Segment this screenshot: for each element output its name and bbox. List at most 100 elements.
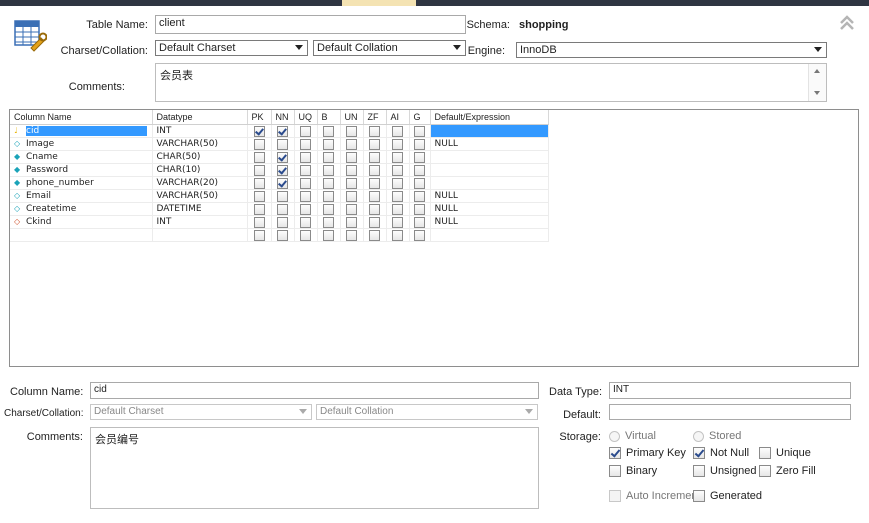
cell-datatype[interactable]: DATETIME bbox=[152, 202, 248, 216]
pk-checkbox[interactable] bbox=[253, 203, 265, 215]
ai-checkbox[interactable] bbox=[392, 203, 403, 215]
cell-column-name[interactable] bbox=[10, 228, 153, 242]
data-type-input[interactable]: INT bbox=[609, 382, 851, 399]
nn-checkbox[interactable] bbox=[277, 125, 288, 137]
table-row[interactable]: ◇ Email VARCHAR(50) NULL bbox=[10, 189, 549, 203]
un-checkbox[interactable] bbox=[346, 216, 357, 228]
generated-checkbox[interactable] bbox=[693, 490, 705, 503]
g-checkbox[interactable] bbox=[414, 164, 425, 176]
uq-checkbox[interactable] bbox=[300, 203, 311, 215]
stored-option[interactable]: Stored bbox=[693, 430, 741, 442]
b-checkbox[interactable] bbox=[323, 203, 334, 215]
column-charset-select[interactable]: Default Charset bbox=[90, 404, 312, 420]
table-row[interactable]: ◆ Cname CHAR(50) bbox=[10, 150, 549, 164]
header-nn[interactable]: NN bbox=[271, 110, 295, 125]
uq-checkbox[interactable] bbox=[300, 138, 311, 150]
virtual-option[interactable]: Virtual bbox=[609, 430, 656, 442]
ai-checkbox[interactable] bbox=[392, 125, 403, 137]
unsigned-checkbox[interactable] bbox=[693, 465, 705, 478]
engine-select[interactable]: InnoDB bbox=[516, 42, 827, 58]
zf-checkbox[interactable] bbox=[369, 177, 380, 189]
g-checkbox[interactable] bbox=[414, 138, 425, 150]
g-checkbox[interactable] bbox=[414, 216, 425, 228]
table-row[interactable]: ◇ Ckind INT NULL bbox=[10, 215, 549, 229]
header-un[interactable]: UN bbox=[340, 110, 364, 125]
cell-default-expression[interactable]: NULL bbox=[430, 189, 549, 203]
b-checkbox[interactable] bbox=[323, 151, 334, 163]
g-checkbox[interactable] bbox=[414, 229, 425, 241]
un-checkbox[interactable] bbox=[346, 164, 357, 176]
auto-increment-option[interactable]: Auto Increment bbox=[609, 490, 701, 503]
b-checkbox[interactable] bbox=[323, 125, 334, 137]
cell-default-expression[interactable]: NULL bbox=[430, 202, 549, 216]
binary-option[interactable]: Binary bbox=[609, 465, 657, 478]
header-pk[interactable]: PK bbox=[247, 110, 272, 125]
scroll-up-icon[interactable] bbox=[814, 69, 820, 73]
header-uq[interactable]: UQ bbox=[294, 110, 318, 125]
table-row[interactable]: ◇ Image VARCHAR(50) NULL bbox=[10, 137, 549, 151]
cell-column-name[interactable]: ◇ Ckind bbox=[10, 215, 153, 229]
un-checkbox[interactable] bbox=[346, 151, 357, 163]
header-g[interactable]: G bbox=[409, 110, 431, 125]
table-row[interactable]: ◇ Createtime DATETIME NULL bbox=[10, 202, 549, 216]
default-input[interactable] bbox=[609, 404, 851, 420]
uq-checkbox[interactable] bbox=[300, 190, 311, 202]
nn-checkbox[interactable] bbox=[277, 151, 288, 163]
stored-radio[interactable] bbox=[693, 430, 704, 442]
table-row[interactable]: ◆ phone_number VARCHAR(20) bbox=[10, 176, 549, 190]
ai-checkbox[interactable] bbox=[392, 164, 403, 176]
cell-default-expression[interactable] bbox=[430, 163, 549, 177]
nn-checkbox[interactable] bbox=[277, 190, 288, 202]
g-checkbox[interactable] bbox=[414, 151, 425, 163]
pk-checkbox[interactable] bbox=[253, 216, 265, 228]
cell-column-name[interactable]: ◆ Password bbox=[10, 163, 153, 177]
zf-checkbox[interactable] bbox=[369, 190, 380, 202]
zf-checkbox[interactable] bbox=[369, 125, 380, 137]
pk-checkbox[interactable] bbox=[253, 138, 265, 150]
zero-fill-checkbox[interactable] bbox=[759, 465, 771, 478]
header-column-name[interactable]: Column Name bbox=[10, 110, 153, 125]
cell-column-name[interactable]: ◆ Cname bbox=[10, 150, 153, 164]
ai-checkbox[interactable] bbox=[392, 216, 403, 228]
table-row[interactable]: ◆ Password CHAR(10) bbox=[10, 163, 549, 177]
binary-checkbox[interactable] bbox=[609, 465, 621, 478]
b-checkbox[interactable] bbox=[323, 164, 334, 176]
unsigned-option[interactable]: Unsigned bbox=[693, 465, 756, 478]
unique-checkbox[interactable] bbox=[759, 447, 771, 460]
zf-checkbox[interactable] bbox=[369, 203, 380, 215]
zf-checkbox[interactable] bbox=[369, 164, 380, 176]
cell-column-name[interactable]: ◇ Image bbox=[10, 137, 153, 151]
un-checkbox[interactable] bbox=[346, 229, 357, 241]
uq-checkbox[interactable] bbox=[300, 216, 311, 228]
header-b[interactable]: B bbox=[317, 110, 341, 125]
column-name-input[interactable]: cid bbox=[90, 382, 539, 399]
cell-column-name[interactable]: ◇ Createtime bbox=[10, 202, 153, 216]
ai-checkbox[interactable] bbox=[392, 138, 403, 150]
nn-checkbox[interactable] bbox=[277, 138, 288, 150]
b-checkbox[interactable] bbox=[323, 177, 334, 189]
cell-default-expression[interactable] bbox=[430, 228, 549, 242]
b-checkbox[interactable] bbox=[323, 229, 334, 241]
cell-datatype[interactable]: VARCHAR(50) bbox=[152, 189, 248, 203]
un-checkbox[interactable] bbox=[346, 138, 357, 150]
pk-checkbox[interactable] bbox=[253, 151, 265, 163]
pk-checkbox[interactable] bbox=[253, 125, 265, 137]
collation-select[interactable]: Default Collation bbox=[313, 40, 466, 56]
zf-checkbox[interactable] bbox=[369, 229, 380, 241]
cell-datatype[interactable]: CHAR(50) bbox=[152, 150, 248, 164]
zf-checkbox[interactable] bbox=[369, 151, 380, 163]
column-comments-textarea[interactable]: 会员编号 bbox=[90, 427, 539, 509]
un-checkbox[interactable] bbox=[346, 125, 357, 137]
cell-default-expression[interactable]: NULL bbox=[430, 215, 549, 229]
primary-key-checkbox[interactable] bbox=[609, 447, 621, 460]
cell-column-name[interactable]: ◇ Email bbox=[10, 189, 153, 203]
header-ai[interactable]: AI bbox=[386, 110, 410, 125]
pk-checkbox[interactable] bbox=[253, 190, 265, 202]
g-checkbox[interactable] bbox=[414, 177, 425, 189]
b-checkbox[interactable] bbox=[323, 190, 334, 202]
pk-checkbox[interactable] bbox=[253, 164, 265, 176]
table-row[interactable] bbox=[10, 228, 549, 242]
double-chevron-up-icon[interactable] bbox=[838, 14, 856, 32]
uq-checkbox[interactable] bbox=[300, 151, 311, 163]
uq-checkbox[interactable] bbox=[300, 164, 311, 176]
